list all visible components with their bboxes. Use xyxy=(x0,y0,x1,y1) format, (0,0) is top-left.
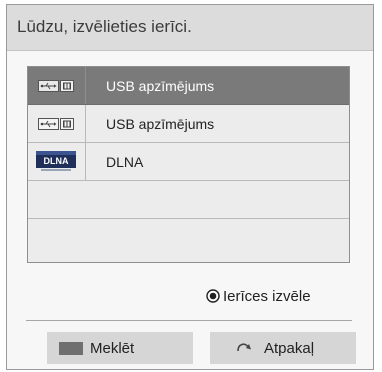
device-item-empty xyxy=(28,219,349,257)
footer-divider xyxy=(26,320,352,321)
device-list: USB apzīmējums USB apzīmējums DLNA DLNA xyxy=(27,66,350,263)
dialog-title: Lūdzu, izvēlieties ierīci. xyxy=(17,17,192,36)
device-icon-cell: DLNA xyxy=(28,143,86,180)
title-bar: Lūdzu, izvēlieties ierīci. xyxy=(7,5,373,51)
usb-icon xyxy=(38,118,74,130)
select-device-label: Ierīces izvēle xyxy=(223,288,311,305)
search-button-label: Meklēt xyxy=(90,340,135,357)
device-label: USB apzīmējums xyxy=(106,78,215,94)
usb-icon xyxy=(38,80,74,92)
search-button[interactable]: Meklēt xyxy=(47,332,193,364)
back-button[interactable]: Atpakaļ xyxy=(210,332,356,364)
color-key-icon xyxy=(59,342,83,355)
device-item-dlna[interactable]: DLNA DLNA xyxy=(28,143,349,181)
device-icon-cell xyxy=(28,105,86,142)
device-icon-cell xyxy=(28,67,86,104)
device-item-empty xyxy=(28,181,349,219)
device-item-usb-1[interactable]: USB apzīmējums xyxy=(28,67,349,105)
device-item-usb-2[interactable]: USB apzīmējums xyxy=(28,105,349,143)
ok-button-icon xyxy=(206,289,220,303)
back-arrow-icon xyxy=(237,343,251,352)
dlna-icon: DLNA xyxy=(36,151,76,171)
device-select-dialog: Lūdzu, izvēlieties ierīci. USB apzīmējum xyxy=(6,4,374,370)
device-label: DLNA xyxy=(106,154,144,170)
back-button-label: Atpakaļ xyxy=(264,340,315,357)
device-label: USB apzīmējums xyxy=(106,116,215,132)
svg-text:DLNA: DLNA xyxy=(44,156,69,166)
